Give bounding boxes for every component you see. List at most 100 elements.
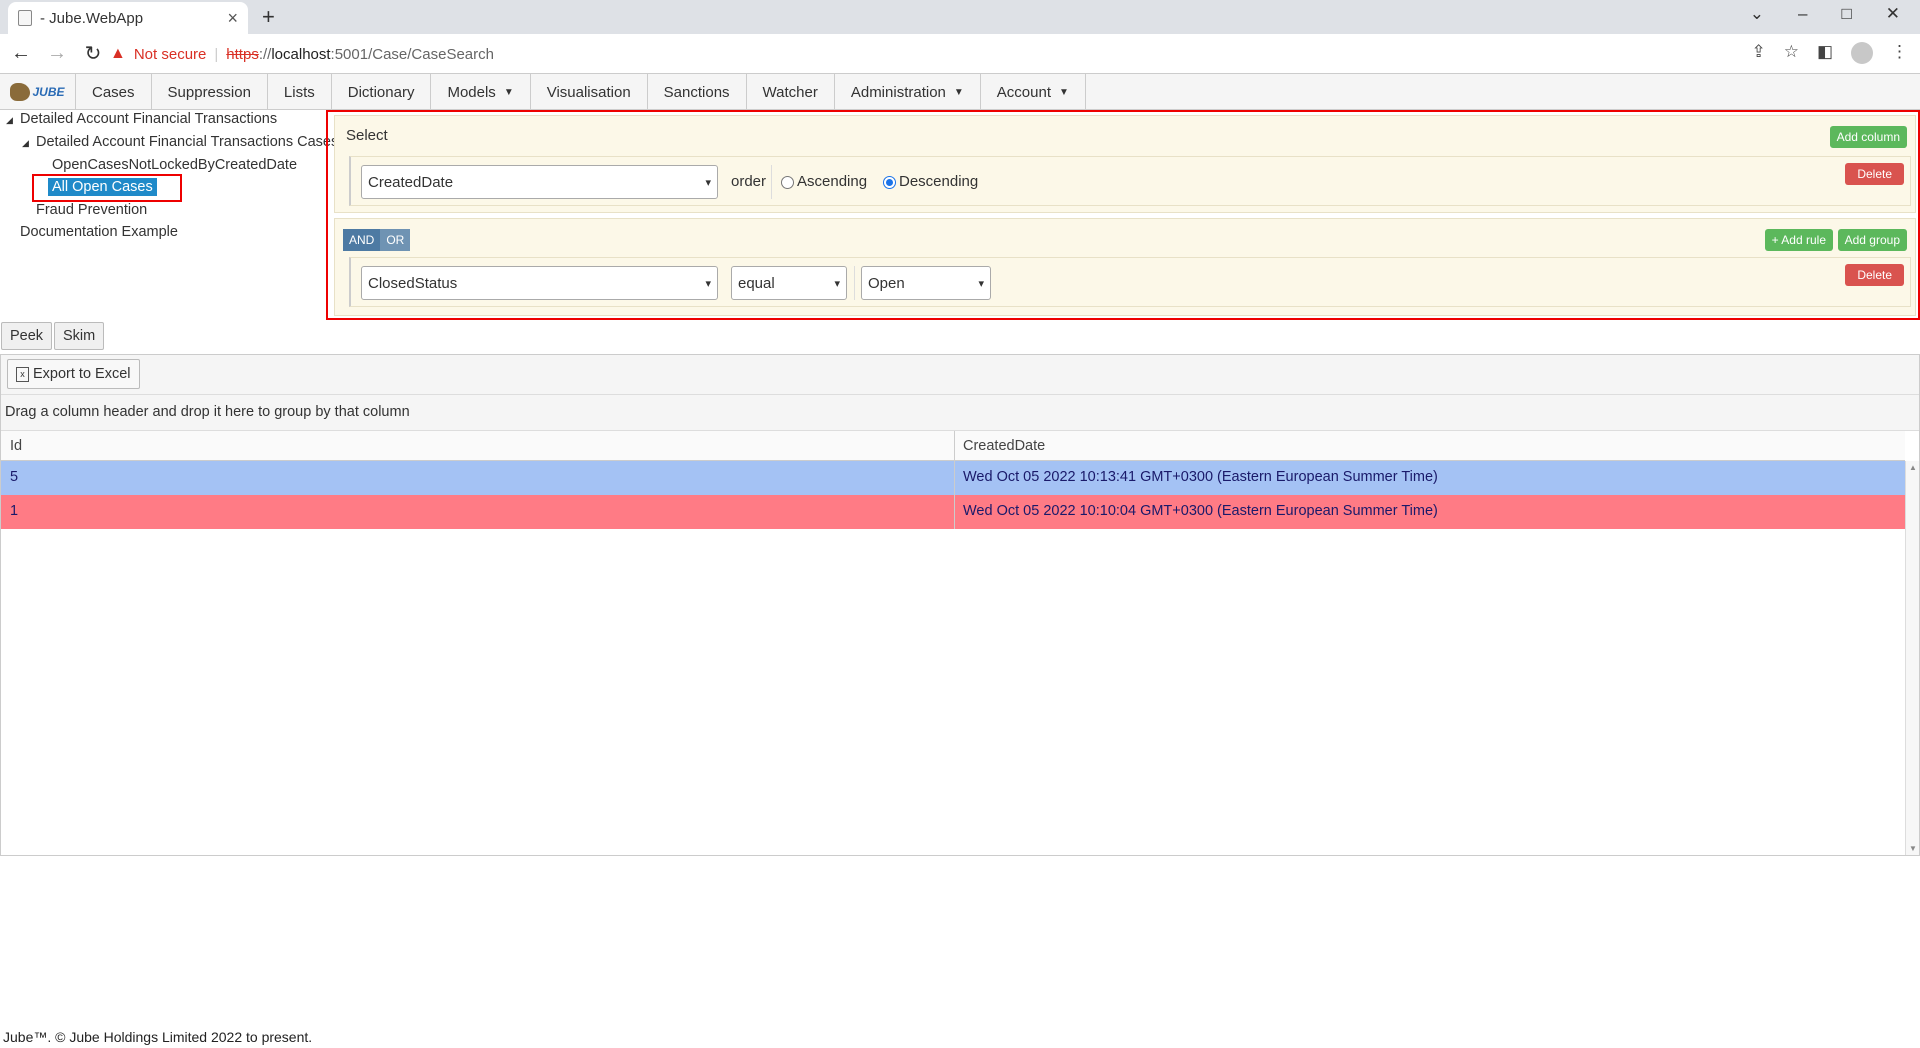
- nav-label: Visualisation: [546, 83, 631, 101]
- url-path: :5001/Case/CaseSearch: [330, 45, 494, 63]
- column-divider: [954, 431, 955, 529]
- nav-watcher[interactable]: Watcher: [747, 74, 835, 110]
- share-icon[interactable]: ⇪: [1751, 42, 1765, 64]
- descending-radio[interactable]: [883, 175, 896, 189]
- divider: [854, 266, 855, 300]
- nav-label: Models: [447, 83, 496, 101]
- back-icon[interactable]: ←: [6, 42, 36, 65]
- export-label: Export to Excel: [33, 366, 131, 382]
- export-excel-button[interactable]: x Export to Excel: [7, 359, 140, 389]
- jube-logo[interactable]: JUBE: [0, 74, 76, 110]
- descending-option[interactable]: Descending: [883, 173, 978, 190]
- nav-dictionary[interactable]: Dictionary: [332, 74, 432, 110]
- url-scheme: https: [226, 45, 259, 63]
- new-tab-icon[interactable]: +: [262, 4, 275, 30]
- select-group: Select Add column CreatedDate ▾ order As…: [334, 115, 1916, 213]
- table-row[interactable]: 1 Wed Oct 05 2022 10:10:04 GMT+0300 (Eas…: [1, 495, 1905, 529]
- nav-label: Cases: [92, 83, 135, 101]
- peek-button[interactable]: Peek: [1, 322, 53, 350]
- rule-operator-value: equal: [738, 274, 775, 292]
- nav-suppression[interactable]: Suppression: [152, 74, 268, 110]
- skim-button[interactable]: Skim: [54, 322, 105, 350]
- tree-node-fraud-prevention[interactable]: Fraud Prevention: [36, 202, 147, 218]
- table-row[interactable]: 5 Wed Oct 05 2022 10:13:41 GMT+0300 (Eas…: [1, 461, 1905, 495]
- ascending-radio[interactable]: [781, 175, 794, 189]
- url-field[interactable]: ▲ Not secure | https://localhost:5001/Ca…: [110, 39, 1770, 69]
- and-button[interactable]: AND: [343, 229, 381, 251]
- cell-id: 5: [10, 469, 19, 485]
- address-bar: ← → ↻ ▲ Not secure | https://localhost:5…: [0, 34, 1920, 74]
- tree-node-open-cases-not-locked[interactable]: OpenCasesNotLockedByCreatedDate: [52, 157, 297, 173]
- nav-label: Dictionary: [347, 83, 415, 101]
- nav-administration[interactable]: Administration ▼: [835, 74, 981, 110]
- delete-column-button[interactable]: Delete: [1845, 163, 1904, 185]
- rule-field-select[interactable]: ClosedStatus ▾: [361, 266, 718, 300]
- query-builder: Select Add column CreatedDate ▾ order As…: [326, 110, 1920, 320]
- grid-scrollbar[interactable]: ▲ ▼: [1905, 461, 1919, 855]
- delete-rule-button[interactable]: Delete: [1845, 264, 1904, 286]
- profile-avatar-icon[interactable]: [1851, 42, 1873, 64]
- nav-label: Account: [996, 83, 1051, 101]
- add-rule-button[interactable]: + Add rule: [1764, 229, 1833, 251]
- tree-node-cases[interactable]: Detailed Account Financial Transactions …: [36, 134, 338, 150]
- rule-value-value: Open: [868, 274, 905, 292]
- warning-icon: ▲: [110, 45, 126, 62]
- search-tree: ◢ Detailed Account Financial Transaction…: [0, 110, 338, 320]
- tab-search-icon[interactable]: ⌄: [1750, 4, 1764, 24]
- browser-menu-icon[interactable]: ⋮: [1891, 42, 1908, 64]
- forward-icon[interactable]: →: [42, 42, 72, 65]
- tab-title: - Jube.WebApp: [40, 9, 144, 27]
- and-or-toggle: AND OR: [343, 229, 411, 251]
- tree-node-documentation[interactable]: Documentation Example: [20, 224, 178, 240]
- maximize-icon[interactable]: □: [1841, 4, 1851, 24]
- nav-visualisation[interactable]: Visualisation: [531, 74, 648, 110]
- nav-cases[interactable]: Cases: [76, 74, 152, 110]
- grouping-area[interactable]: Drag a column header and drop it here to…: [1, 395, 1919, 431]
- chevron-down-icon: ▾: [978, 277, 984, 290]
- rule-value-select[interactable]: Open ▾: [861, 266, 991, 300]
- divider: [771, 165, 772, 199]
- add-group-button[interactable]: Add group: [1837, 229, 1907, 251]
- nav-models[interactable]: Models ▼: [431, 74, 531, 110]
- app-nav: JUBE Cases Suppression Lists Dictionary …: [0, 74, 1920, 110]
- column-select-value: CreatedDate: [368, 173, 454, 191]
- chevron-down-icon: ▾: [834, 277, 840, 290]
- nav-label: Administration: [850, 83, 946, 101]
- side-panel-icon[interactable]: ◧: [1817, 42, 1833, 64]
- browser-tab[interactable]: - Jube.WebApp ×: [8, 2, 248, 34]
- tree-expand-icon[interactable]: ◢: [22, 138, 29, 149]
- tab-close-icon[interactable]: ×: [227, 8, 238, 29]
- excel-icon: x: [16, 366, 29, 382]
- chevron-down-icon: ▾: [705, 277, 711, 290]
- grid-toolbar: x Export to Excel: [1, 355, 1919, 395]
- nav-sanctions[interactable]: Sanctions: [648, 74, 747, 110]
- reload-icon[interactable]: ↻: [78, 41, 108, 66]
- column-header-createddate[interactable]: CreatedDate: [954, 431, 1054, 461]
- minimize-icon[interactable]: –: [1798, 4, 1807, 24]
- tree-expand-icon[interactable]: ◢: [6, 115, 13, 126]
- results-grid: x Export to Excel Drag a column header a…: [0, 354, 1920, 856]
- highlight-outline: [32, 174, 182, 202]
- url-separator: |: [214, 45, 219, 63]
- nav-account[interactable]: Account ▼: [981, 74, 1086, 110]
- caret-down-icon: ▼: [953, 86, 964, 98]
- tree-node-root[interactable]: Detailed Account Financial Transactions: [20, 111, 277, 127]
- window-close-icon[interactable]: ✕: [1886, 4, 1900, 24]
- rule-operator-select[interactable]: equal ▾: [731, 266, 847, 300]
- nav-lists[interactable]: Lists: [268, 74, 332, 110]
- rule-group: AND OR + Add rule Add group ClosedStatus…: [334, 218, 1916, 316]
- scroll-down-icon[interactable]: ▼: [1909, 844, 1917, 853]
- ascending-option[interactable]: Ascending: [781, 173, 867, 190]
- column-select[interactable]: CreatedDate ▾: [361, 165, 718, 199]
- add-column-button[interactable]: Add column: [1829, 126, 1907, 148]
- nav-label: Suppression: [167, 83, 251, 101]
- scroll-up-icon[interactable]: ▲: [1909, 463, 1917, 472]
- or-button[interactable]: OR: [380, 229, 411, 251]
- chevron-down-icon: ▾: [705, 176, 711, 189]
- bookmark-star-icon[interactable]: ☆: [1784, 42, 1799, 64]
- column-header-id[interactable]: Id: [1, 431, 31, 461]
- cell-id: 1: [10, 503, 19, 519]
- url-host: localhost: [271, 45, 331, 63]
- cell-createddate: Wed Oct 05 2022 10:13:41 GMT+0300 (Easte…: [963, 469, 1438, 485]
- cell-createddate: Wed Oct 05 2022 10:10:04 GMT+0300 (Easte…: [963, 503, 1438, 519]
